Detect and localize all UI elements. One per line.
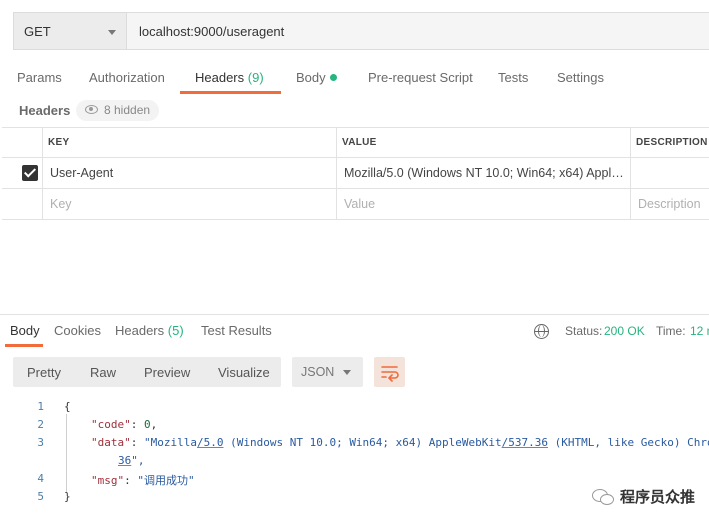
tab-authorization[interactable]: Authorization bbox=[89, 70, 165, 85]
view-pretty-button[interactable]: Pretty bbox=[27, 365, 61, 380]
table-border-top bbox=[2, 127, 709, 128]
url-input[interactable]: localhost:9000/useragent bbox=[126, 12, 709, 50]
response-tab-cookies[interactable]: Cookies bbox=[54, 323, 101, 338]
json-string-part: (KHTML, like Gecko) Chro bbox=[548, 436, 709, 449]
tab-body[interactable]: Body bbox=[296, 70, 337, 85]
column-header-description: DESCRIPTION bbox=[636, 137, 708, 148]
code-line: "code": 0, bbox=[91, 418, 158, 431]
json-number: 0 bbox=[144, 418, 151, 431]
response-divider bbox=[0, 314, 709, 315]
tab-settings[interactable]: Settings bbox=[557, 70, 604, 85]
line-number: 5 bbox=[37, 490, 44, 503]
chevron-down-icon bbox=[108, 30, 116, 35]
chevron-down-icon bbox=[343, 370, 351, 375]
new-key-input[interactable]: Key bbox=[50, 197, 72, 211]
json-string: "调用成功" bbox=[137, 474, 195, 487]
tab-headers-count: (9) bbox=[247, 70, 264, 85]
view-raw-button[interactable]: Raw bbox=[90, 365, 116, 380]
header-enabled-checkbox[interactable] bbox=[22, 165, 38, 181]
tab-headers[interactable]: Headers (9) bbox=[195, 70, 264, 85]
column-header-key: KEY bbox=[48, 137, 70, 148]
json-string-link[interactable]: /5.0 bbox=[197, 436, 224, 449]
headers-section-label: Headers bbox=[19, 103, 71, 118]
table-border-bottom bbox=[2, 219, 709, 220]
json-key: "data" bbox=[91, 436, 131, 449]
tab-params[interactable]: Params bbox=[17, 70, 62, 85]
response-tab-headers-label: Headers bbox=[115, 323, 165, 338]
format-select[interactable]: JSON bbox=[292, 357, 363, 387]
table-header-divider bbox=[2, 157, 709, 158]
code-line-wrap: 36", bbox=[118, 454, 145, 467]
active-tab-indicator bbox=[180, 91, 281, 94]
table-col-divider bbox=[42, 127, 43, 219]
code-line: "msg": "调用成功" bbox=[91, 474, 195, 487]
time-value: 12 m bbox=[690, 324, 709, 338]
table-col-divider bbox=[630, 127, 631, 219]
method-label: GET bbox=[24, 24, 51, 39]
method-select[interactable]: GET bbox=[13, 12, 126, 50]
tab-body-label: Body bbox=[296, 70, 326, 85]
json-string-part: (Windows NT 10.0; Win64; x64) AppleWebKi… bbox=[223, 436, 502, 449]
globe-icon[interactable] bbox=[534, 324, 549, 339]
header-key-cell[interactable]: User-Agent bbox=[50, 166, 330, 180]
view-visualize-button[interactable]: Visualize bbox=[218, 365, 270, 380]
status-label: Status: bbox=[565, 324, 603, 338]
wechat-icon bbox=[591, 489, 614, 505]
view-preview-button[interactable]: Preview bbox=[144, 365, 190, 380]
body-indicator-dot bbox=[329, 74, 337, 81]
json-string-part: ", bbox=[131, 454, 145, 467]
format-label: JSON bbox=[301, 365, 335, 379]
column-header-value: VALUE bbox=[342, 137, 377, 148]
response-active-tab-indicator bbox=[5, 344, 43, 347]
url-value: localhost:9000/useragent bbox=[139, 24, 285, 39]
code-line: } bbox=[64, 490, 71, 503]
wrap-lines-button[interactable] bbox=[374, 357, 405, 387]
wrap-lines-icon bbox=[381, 366, 399, 382]
code-fold-guide bbox=[66, 414, 74, 492]
new-description-input[interactable]: Description bbox=[638, 197, 701, 211]
json-string-link[interactable]: 36 bbox=[118, 454, 131, 467]
watermark: 程序员众推 bbox=[591, 486, 695, 507]
watermark-text: 程序员众推 bbox=[619, 489, 695, 506]
tab-prerequest-script[interactable]: Pre-request Script bbox=[368, 70, 473, 85]
json-key: "code" bbox=[91, 418, 131, 431]
time-label: Time: bbox=[656, 324, 686, 338]
code-line: { bbox=[64, 400, 71, 413]
json-key: "msg" bbox=[91, 474, 125, 487]
tab-tests[interactable]: Tests bbox=[498, 70, 528, 85]
line-number: 2 bbox=[37, 418, 44, 431]
tab-headers-label: Headers bbox=[195, 70, 245, 85]
line-number: 1 bbox=[37, 400, 44, 413]
line-number: 3 bbox=[37, 436, 44, 449]
header-value-cell[interactable]: Mozilla/5.0 (Windows NT 10.0; Win64; x64… bbox=[344, 166, 626, 180]
table-row-divider bbox=[2, 188, 709, 189]
line-number: 4 bbox=[37, 472, 44, 485]
json-string-part: "Mozilla bbox=[144, 436, 197, 449]
eye-icon bbox=[85, 105, 98, 114]
table-col-divider bbox=[336, 127, 337, 219]
hidden-headers-label: 8 hidden bbox=[104, 103, 151, 117]
new-value-input[interactable]: Value bbox=[344, 197, 375, 211]
status-value: 200 OK bbox=[604, 324, 645, 338]
response-tab-body[interactable]: Body bbox=[10, 323, 40, 338]
response-tab-test-results[interactable]: Test Results bbox=[201, 323, 272, 338]
response-tab-headers-count: (5) bbox=[167, 323, 184, 338]
response-tab-headers[interactable]: Headers (5) bbox=[115, 323, 184, 338]
code-line: "data": "Mozilla/5.0 (Windows NT 10.0; W… bbox=[91, 436, 709, 449]
json-string-link[interactable]: /537.36 bbox=[502, 436, 548, 449]
hidden-headers-toggle[interactable]: 8 hidden bbox=[76, 100, 160, 121]
